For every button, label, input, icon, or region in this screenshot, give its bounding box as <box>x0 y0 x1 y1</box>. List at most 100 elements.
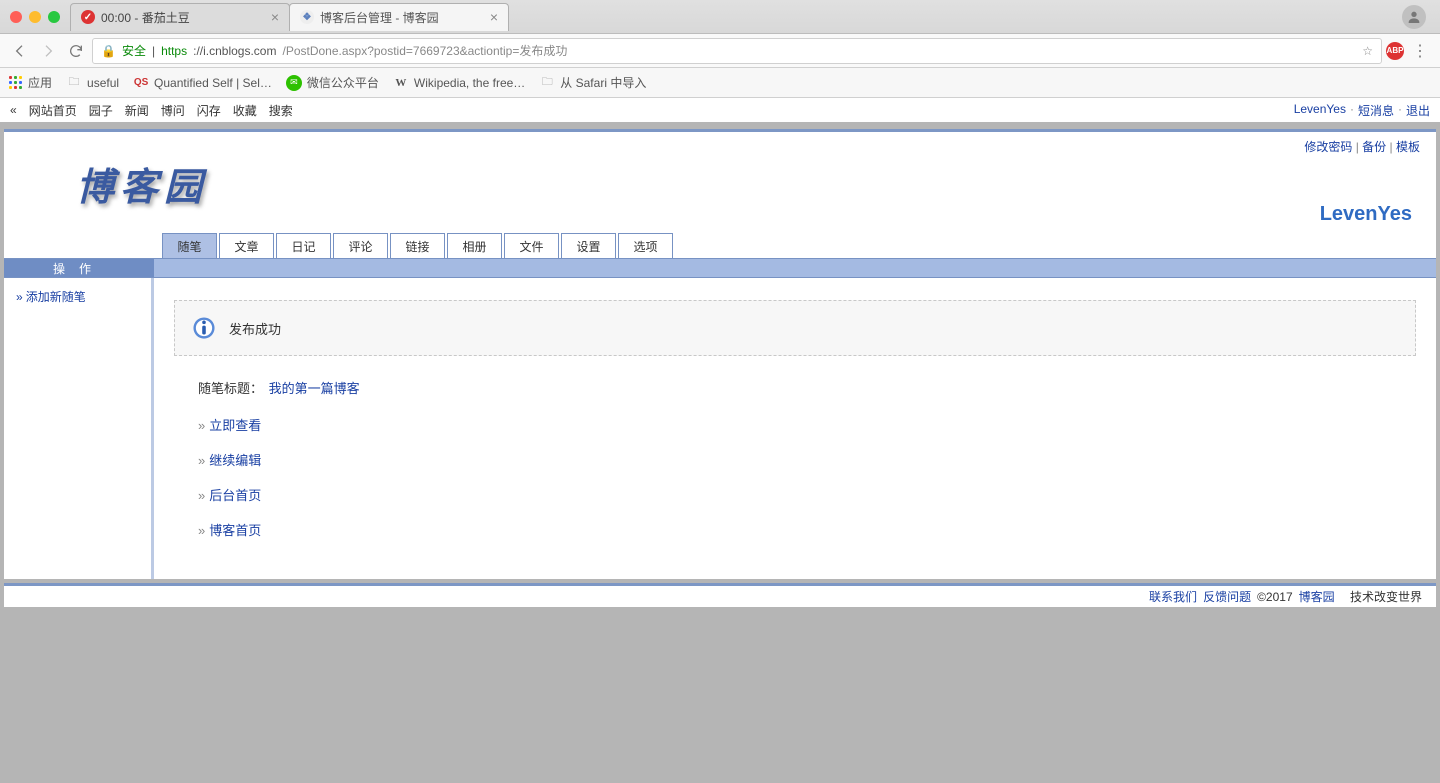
topnav-messages[interactable]: 短消息 <box>1358 102 1394 119</box>
maximize-window-icon[interactable] <box>48 11 60 23</box>
topnav-chevron-icon[interactable]: « <box>10 103 17 117</box>
reload-button[interactable] <box>64 39 88 63</box>
post-title-label: 随笔标题： <box>198 381 263 396</box>
action-label: 继续编辑 <box>209 453 261 468</box>
header-username[interactable]: LevenYes <box>1320 203 1412 226</box>
tab-close-icon[interactable]: × <box>490 10 498 24</box>
action-blog-home[interactable]: » 博客首页 <box>198 512 1406 547</box>
bookmark-label: useful <box>87 76 119 90</box>
topnav-link[interactable]: 新闻 <box>125 102 149 119</box>
tab-diary[interactable]: 日记 <box>276 233 331 258</box>
tab-articles[interactable]: 文章 <box>219 233 274 258</box>
url-scheme: https <box>161 44 187 58</box>
bookmarks-bar: 应用 🗀 useful QS Quantified Self | Sel… ✉ … <box>0 68 1440 98</box>
sidebar-item-new[interactable]: »添加新随笔 <box>16 288 143 305</box>
topnav-link[interactable]: 网站首页 <box>29 102 77 119</box>
success-text: 发布成功 <box>229 319 281 338</box>
chevron-icon: » <box>198 418 205 433</box>
admin-body: »添加新随笔 发布成功 随笔标题： 我的第一篇博客 »立即查看 »继续编辑 »后… <box>4 278 1436 579</box>
bullet-icon: » <box>16 290 23 304</box>
topnav-link[interactable]: 收藏 <box>233 102 257 119</box>
info-icon <box>191 315 217 341</box>
footer-feedback[interactable]: 反馈问题 <box>1203 588 1251 605</box>
bookmark-label: Quantified Self | Sel… <box>154 76 272 90</box>
action-label: 后台首页 <box>209 488 261 503</box>
folder-icon: 🗀 <box>66 75 82 91</box>
success-message: 发布成功 <box>174 300 1416 356</box>
template-link[interactable]: 模板 <box>1396 140 1420 154</box>
abp-extension-icon[interactable]: ABP <box>1386 42 1404 60</box>
footer-site[interactable]: 博客园 <box>1299 588 1335 605</box>
footer: 联系我们 反馈问题 ©2017 博客园 技术改变世界 <box>4 583 1436 607</box>
action-backend-home[interactable]: » 后台首页 <box>198 477 1406 512</box>
apps-icon <box>8 75 23 90</box>
bookmark-wechat[interactable]: ✉ 微信公众平台 <box>286 74 379 91</box>
browser-tab-1[interactable]: ❖ 博客后台管理 - 博客园 × <box>289 3 509 31</box>
topnav-username[interactable]: LevenYes <box>1294 102 1346 119</box>
topnav-link[interactable]: 闪存 <box>197 102 221 119</box>
change-password-link[interactable]: 修改密码 <box>1304 140 1352 154</box>
content-area: 发布成功 随笔标题： 我的第一篇博客 » 立即查看 » 继续编辑 » 后台首页 » 博客… <box>154 278 1436 579</box>
wikipedia-icon: W <box>393 75 409 91</box>
sidebar-link-label: 添加新随笔 <box>26 290 86 304</box>
topnav-logout[interactable]: 退出 <box>1406 102 1430 119</box>
site-topnav: « 网站首页 园子 新闻 博问 闪存 收藏 搜索 LevenYes · 短消息 … <box>0 98 1440 122</box>
bookmark-wikipedia[interactable]: W Wikipedia, the free… <box>393 75 525 91</box>
back-button[interactable] <box>8 39 32 63</box>
chevron-icon: » <box>198 488 205 503</box>
tab-title: 博客后台管理 - 博客园 <box>320 9 484 26</box>
folder-icon: 🗀 <box>539 75 555 91</box>
post-title-row: 随笔标题： 我的第一篇博客 <box>174 356 1416 401</box>
footer-copyright: ©2017 <box>1257 590 1293 604</box>
browser-toolbar: 🔒 安全 | https://i.cnblogs.com/PostDone.as… <box>0 34 1440 68</box>
tab-files[interactable]: 文件 <box>504 233 559 258</box>
topnav-link[interactable]: 博问 <box>161 102 185 119</box>
admin-header: 修改密码 | 备份 | 模板 博客园 LevenYes <box>4 132 1436 232</box>
chevron-icon: » <box>198 453 205 468</box>
tab-favicon-icon: ❖ <box>300 10 314 24</box>
bookmark-label: 应用 <box>28 74 52 91</box>
profile-avatar-icon[interactable] <box>1402 5 1426 29</box>
tab-options[interactable]: 选项 <box>618 233 673 258</box>
browser-tab-0[interactable]: ✓ 00:00 - 番茄土豆 × <box>70 3 290 31</box>
bookmark-useful[interactable]: 🗀 useful <box>66 75 119 91</box>
action-list: » 立即查看 » 继续编辑 » 后台首页 » 博客首页 <box>174 401 1416 551</box>
action-label: 立即查看 <box>209 418 261 433</box>
footer-tagline: 技术改变世界 <box>1350 588 1422 605</box>
tab-album[interactable]: 相册 <box>447 233 502 258</box>
tab-links[interactable]: 链接 <box>390 233 445 258</box>
bookmark-label: 微信公众平台 <box>307 74 379 91</box>
bookmark-label: 从 Safari 中导入 <box>560 74 646 91</box>
close-window-icon[interactable] <box>10 11 22 23</box>
site-icon: QS <box>133 75 149 91</box>
address-bar[interactable]: 🔒 安全 | https://i.cnblogs.com/PostDone.as… <box>92 38 1382 64</box>
tab-essays[interactable]: 随笔 <box>162 233 217 258</box>
bookmark-star-icon[interactable]: ☆ <box>1362 44 1373 58</box>
bookmark-apps[interactable]: 应用 <box>8 74 52 91</box>
topnav-link[interactable]: 园子 <box>89 102 113 119</box>
tab-comments[interactable]: 评论 <box>333 233 388 258</box>
topnav-right: LevenYes · 短消息 · 退出 <box>1294 102 1430 119</box>
action-continue-edit[interactable]: » 继续编辑 <box>198 442 1406 477</box>
admin-panel: 修改密码 | 备份 | 模板 博客园 LevenYes 随笔 文章 日记 评论 … <box>4 129 1436 579</box>
tab-close-icon[interactable]: × <box>271 10 279 24</box>
browser-menu-icon[interactable]: ⋮ <box>1408 39 1432 63</box>
footer-contact[interactable]: 联系我们 <box>1149 588 1197 605</box>
tab-settings[interactable]: 设置 <box>561 233 616 258</box>
chevron-icon: » <box>198 523 205 538</box>
sidebar-header: 操作 <box>4 259 154 277</box>
section-bar: 操作 <box>4 258 1436 278</box>
bookmark-qs[interactable]: QS Quantified Self | Sel… <box>133 75 272 91</box>
action-label: 博客首页 <box>209 523 261 538</box>
post-title-link[interactable]: 我的第一篇博客 <box>269 381 360 396</box>
bookmark-label: Wikipedia, the free… <box>414 76 525 90</box>
admin-tabs: 随笔 文章 日记 评论 链接 相册 文件 设置 选项 <box>4 232 1436 258</box>
action-view-now[interactable]: » 立即查看 <box>198 407 1406 442</box>
site-logo: 博客园 <box>76 156 208 211</box>
minimize-window-icon[interactable] <box>29 11 41 23</box>
forward-button[interactable] <box>36 39 60 63</box>
backup-link[interactable]: 备份 <box>1362 140 1386 154</box>
topnav-link[interactable]: 搜索 <box>269 102 293 119</box>
bookmark-safari-import[interactable]: 🗀 从 Safari 中导入 <box>539 74 646 91</box>
tab-strip: ✓ 00:00 - 番茄土豆 × ❖ 博客后台管理 - 博客园 × <box>0 0 1440 34</box>
